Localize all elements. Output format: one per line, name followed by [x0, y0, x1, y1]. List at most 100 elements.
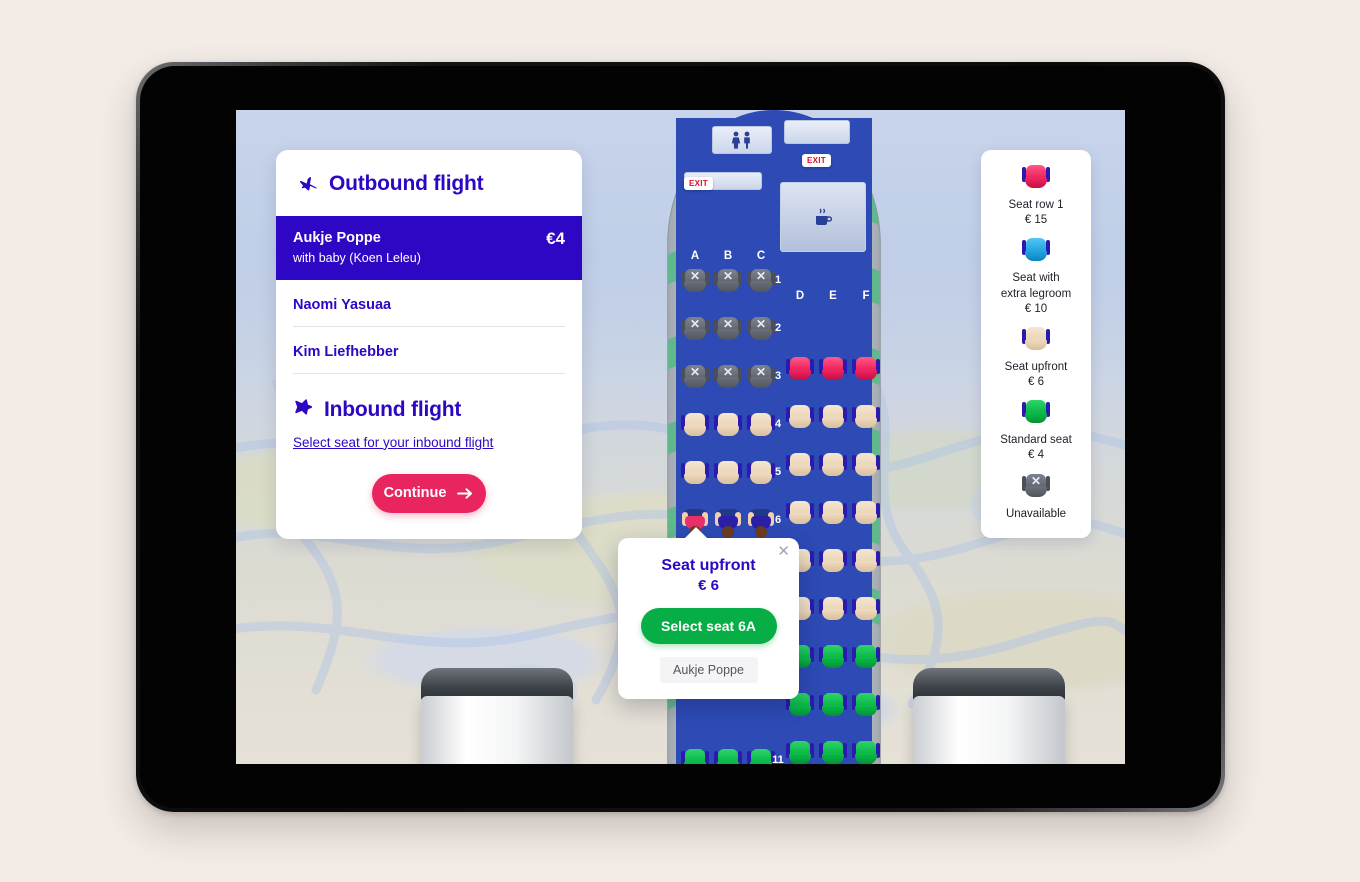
seat-detail-popup[interactable]: ✕ Seat upfront € 6 Select seat 6A Aukje …	[618, 527, 799, 699]
lavatory	[712, 126, 772, 154]
unavailable-x-icon: ✕	[722, 317, 734, 331]
seat-glyph	[714, 748, 742, 764]
seat-glyph	[819, 500, 847, 526]
seat-5F[interactable]	[852, 500, 880, 531]
seat-8E[interactable]	[819, 644, 847, 675]
seat-glyph	[852, 740, 880, 764]
legend-label-line: Seat with	[1012, 272, 1060, 285]
seat-9E[interactable]	[819, 692, 847, 723]
passenger-row-naomi[interactable]: Naomi Yasuaa	[293, 280, 565, 327]
outbound-title: Outbound flight	[329, 172, 484, 195]
seat-glyph	[714, 460, 742, 486]
seat-glyph	[714, 412, 742, 438]
seat-4A[interactable]	[681, 412, 709, 443]
seat-6E[interactable]	[819, 548, 847, 579]
seat-2B[interactable]: ✕	[714, 316, 742, 347]
seat-glyph	[786, 500, 814, 526]
seat-4E[interactable]	[819, 452, 847, 483]
seat-glyph	[819, 692, 847, 718]
unavailable-x-icon: ✕	[689, 269, 701, 283]
galley	[780, 182, 866, 252]
seat-glyph	[1022, 326, 1050, 352]
seat-2E[interactable]	[819, 356, 847, 387]
legend-price: € 10	[1024, 302, 1048, 315]
passenger-price: €4	[546, 229, 565, 248]
engine-nacelle-left	[421, 668, 573, 764]
seat-glyph	[852, 404, 880, 430]
unavailable-x-icon: ✕	[722, 269, 734, 283]
seat-glyph: ✕	[714, 364, 742, 390]
seat-1A[interactable]: ✕	[681, 268, 709, 299]
seat-glyph: ✕	[681, 316, 709, 342]
seat-4B[interactable]	[714, 412, 742, 443]
unavailable-x-icon: ✕	[722, 365, 734, 379]
legend-item-row1: Seat row 1 € 15	[989, 164, 1083, 228]
seat-4D[interactable]	[786, 452, 814, 483]
seat-glyph	[1022, 399, 1050, 425]
seat-4F[interactable]	[852, 452, 880, 483]
seat-7F[interactable]	[852, 596, 880, 627]
column-letter-B: B	[723, 250, 733, 262]
popup-price: € 6	[698, 576, 719, 594]
seat-10E[interactable]	[819, 740, 847, 764]
lavatory-icon	[731, 131, 750, 149]
seat-3D[interactable]	[786, 404, 814, 435]
seat-8F[interactable]	[852, 644, 880, 675]
tablet-screen: EXIT EXIT A B C D E F ✕ ✕ ✕ 1 ✕ ✕ ✕ 2 ✕ ✕ ✕ 3 4 5 6 11 …	[236, 110, 1125, 764]
tablet-device: EXIT EXIT A B C D E F ✕ ✕ ✕ 1 ✕ ✕ ✕ 2 ✕ ✕ ✕ 3 4 5 6 11 …	[136, 62, 1225, 812]
unavailable-x-icon: ✕	[1030, 473, 1042, 488]
row-number-3: 3	[774, 370, 782, 382]
seat-9F[interactable]	[852, 692, 880, 723]
seat-11A[interactable]	[681, 748, 709, 764]
seat-icon-unavailable: ✕	[989, 473, 1083, 504]
close-icon[interactable]: ✕	[777, 544, 790, 559]
passenger-row-selected[interactable]: Aukje Poppe with baby (Koen Leleu) €4	[276, 216, 582, 280]
seat-3F[interactable]	[852, 404, 880, 435]
seat-10F[interactable]	[852, 740, 880, 764]
passenger-name: Aukje Poppe	[293, 230, 381, 246]
seat-5D[interactable]	[786, 500, 814, 531]
galley-coffee-icon	[816, 208, 833, 225]
column-letter-C: C	[756, 250, 766, 262]
seat-2A[interactable]: ✕	[681, 316, 709, 347]
passenger-sub: with baby (Koen Leleu)	[293, 250, 421, 265]
seat-5E[interactable]	[819, 500, 847, 531]
legend-item-upfront: Seat upfront € 6	[989, 326, 1083, 390]
seat-1B[interactable]: ✕	[714, 268, 742, 299]
seat-2D[interactable]	[786, 356, 814, 387]
column-letter-A: A	[690, 250, 700, 262]
seat-glyph	[819, 356, 847, 382]
seat-glyph	[681, 748, 709, 764]
row-number-6: 6	[774, 514, 782, 526]
inbound-select-seat-link[interactable]: Select seat for your inbound flight	[293, 435, 493, 450]
seat-glyph	[1022, 237, 1050, 263]
popup-passenger-chip[interactable]: Aukje Poppe	[659, 656, 758, 683]
seat-5A[interactable]	[681, 460, 709, 491]
select-seat-button[interactable]: Select seat 6A	[640, 607, 777, 644]
seat-7E[interactable]	[819, 596, 847, 627]
column-letter-E: E	[829, 290, 837, 302]
unavailable-x-icon: ✕	[689, 365, 701, 379]
seat-10D[interactable]	[786, 740, 814, 764]
passenger-figure-icon	[714, 508, 742, 538]
continue-button[interactable]: Continue	[372, 473, 486, 513]
seat-glyph	[819, 644, 847, 670]
seat-glyph	[681, 460, 709, 486]
seat-6F[interactable]	[852, 548, 880, 579]
legend-price: € 15	[1024, 214, 1048, 227]
seat-icon-row1	[989, 164, 1083, 195]
passenger-row-kim[interactable]: Kim Liefhebber	[293, 327, 565, 374]
seat-11B[interactable]	[714, 748, 742, 764]
seat-5B[interactable]	[714, 460, 742, 491]
seat-glyph	[852, 452, 880, 478]
seat-glyph	[852, 692, 880, 718]
seat-2F[interactable]	[852, 356, 880, 387]
seat-3B[interactable]: ✕	[714, 364, 742, 395]
seat-3A[interactable]: ✕	[681, 364, 709, 395]
arrow-right-icon	[457, 487, 473, 499]
seat-3E[interactable]	[819, 404, 847, 435]
legend-panel: Seat row 1 € 15 Seat with extra legroom € 10…	[981, 150, 1091, 538]
legend-price: € 6	[1028, 376, 1044, 389]
seat-glyph: ✕	[681, 268, 709, 294]
row-number-11: 11	[772, 754, 784, 764]
